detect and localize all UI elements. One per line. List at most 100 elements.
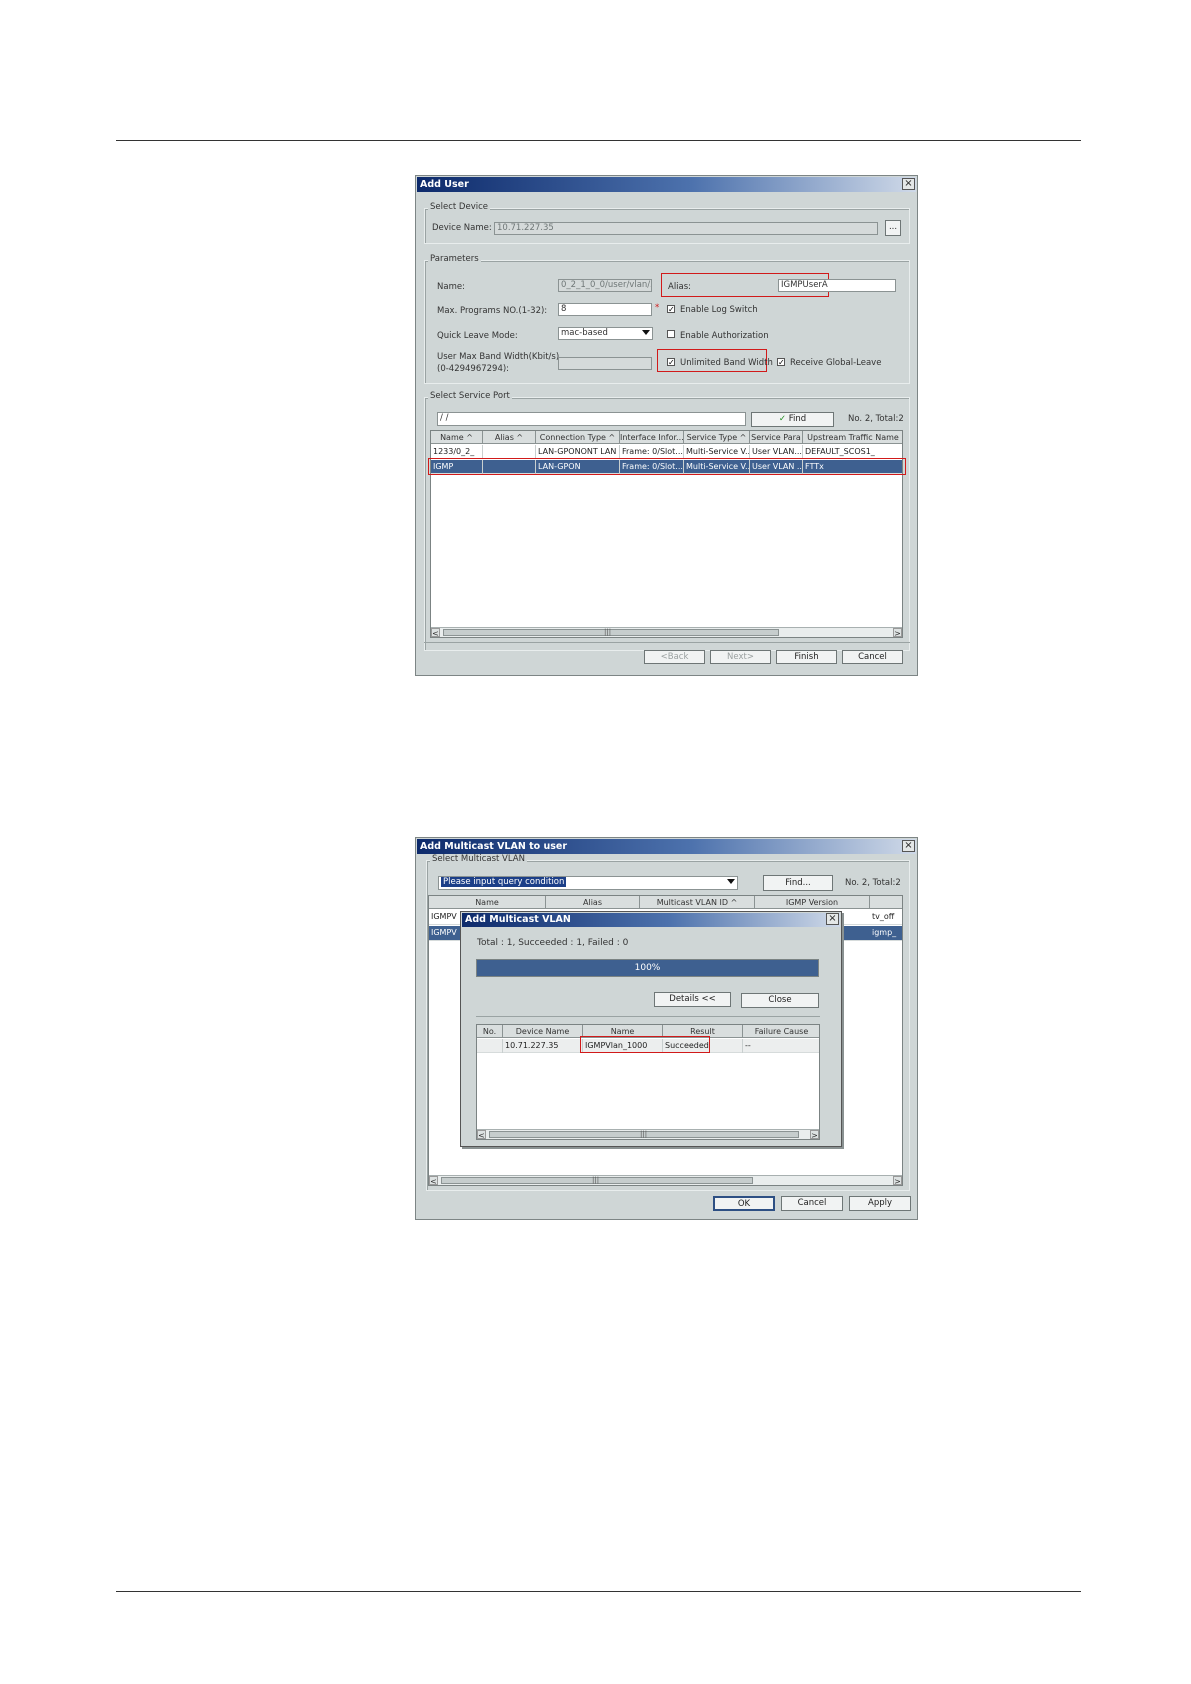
grip-icon: |||: [592, 1176, 600, 1184]
bandwidth-field[interactable]: [558, 357, 652, 370]
col-alias[interactable]: Alias: [546, 896, 640, 909]
cancel-button[interactable]: Cancel: [842, 650, 903, 664]
footer-separator: [424, 642, 910, 643]
col-service-type[interactable]: Service Type ^: [684, 431, 750, 444]
enable-log-label: Enable Log Switch: [680, 305, 758, 315]
finish-button[interactable]: Finish: [776, 650, 837, 664]
add-multicast-vlan-progress-dialog: Add Multicast VLAN × Total : 1, Succeede…: [460, 911, 842, 1147]
name-field[interactable]: 0_2_1_0_0/user/vlan/30: [558, 279, 652, 292]
find-button[interactable]: ✓ Find: [751, 412, 834, 427]
back-button[interactable]: <Back: [644, 650, 705, 664]
close-icon[interactable]: ×: [902, 178, 915, 190]
service-port-label: Select Service Port: [428, 391, 512, 401]
col-name[interactable]: Name: [429, 896, 546, 909]
close-button[interactable]: Close: [741, 993, 819, 1008]
find-button-label: Find: [788, 414, 807, 424]
quick-leave-label: Quick Leave Mode:: [437, 331, 518, 341]
col-device-name[interactable]: Device Name: [503, 1025, 583, 1038]
sort-icon: ^: [608, 433, 616, 442]
dialog-title: Add User: [417, 177, 916, 192]
horizontal-scrollbar[interactable]: < ||| >: [431, 627, 902, 637]
grip-icon: |||: [640, 1130, 648, 1138]
ok-button[interactable]: OK: [713, 1196, 775, 1211]
col-multicast-vlan-id[interactable]: Multicast VLAN ID ^: [640, 896, 755, 909]
quick-leave-select[interactable]: mac-based: [558, 327, 653, 340]
device-name-field[interactable]: 10.71.227.35: [494, 222, 878, 235]
header-rule: [116, 140, 1081, 141]
quick-leave-value: mac-based: [561, 328, 608, 338]
select-device-label: Select Device: [428, 202, 490, 212]
bandwidth-label-line1: User Max Band Width(Kbit/s): [437, 352, 560, 362]
alias-field[interactable]: IGMPUserA: [778, 279, 896, 292]
col-no[interactable]: No.: [477, 1025, 503, 1038]
parameters-label: Parameters: [428, 254, 481, 264]
select-multicast-vlan-label: Select Multicast VLAN: [430, 854, 527, 864]
check-icon: ✓: [668, 358, 675, 367]
cancel-button[interactable]: Cancel: [781, 1196, 843, 1211]
scroll-right-icon[interactable]: >: [810, 1130, 819, 1139]
close-icon[interactable]: ×: [826, 913, 839, 925]
dialog-title: Add Multicast VLAN: [462, 913, 840, 927]
alias-label: Alias:: [668, 282, 692, 292]
col-more: [870, 896, 902, 909]
table-header: Name Alias Multicast VLAN ID ^ IGMP Vers…: [429, 896, 902, 909]
horizontal-scrollbar[interactable]: < ||| >: [429, 1175, 902, 1185]
table-header: Name ^ Alias ^ Connection Type ^ Interfa…: [431, 431, 902, 444]
col-failure-cause[interactable]: Failure Cause: [743, 1025, 819, 1038]
col-connection-type[interactable]: Connection Type ^: [536, 431, 620, 444]
unlimited-bandwidth-checkbox[interactable]: ✓: [667, 358, 675, 367]
scroll-thumb[interactable]: |||: [489, 1130, 799, 1138]
result-highlight: [580, 1036, 710, 1053]
check-icon: ✓: [778, 358, 785, 367]
footer-rule: [116, 1591, 1081, 1592]
chevron-down-icon: [727, 879, 735, 884]
service-port-query-input[interactable]: / /: [437, 412, 746, 426]
scroll-right-icon[interactable]: >: [893, 628, 902, 637]
close-icon[interactable]: ×: [902, 840, 915, 852]
device-name-label: Device Name:: [432, 223, 492, 233]
browse-device-button[interactable]: ...: [885, 220, 901, 236]
result-count: No. 2, Total:2: [848, 414, 904, 424]
add-multicast-vlan-to-user-dialog: Add Multicast VLAN to user × Select Mult…: [415, 837, 918, 1220]
next-button[interactable]: Next>: [710, 650, 771, 664]
scroll-left-icon[interactable]: <: [429, 1176, 438, 1185]
col-service-para[interactable]: Service Para: [750, 431, 803, 444]
sort-icon: ^: [516, 433, 524, 442]
horizontal-scrollbar[interactable]: < ||| >: [477, 1129, 819, 1139]
enable-auth-checkbox[interactable]: [667, 330, 675, 338]
max-programs-field[interactable]: 8: [558, 303, 652, 316]
sort-icon: ^: [730, 898, 738, 907]
progress-bar: 100%: [476, 959, 819, 977]
bandwidth-label-line2: (0-4294967294):: [437, 364, 510, 374]
name-label: Name:: [437, 282, 465, 292]
vlan-query-combo[interactable]: Please input query condition: [438, 876, 738, 890]
chevron-down-icon: [642, 330, 650, 335]
required-mark: *: [655, 303, 660, 313]
col-igmp-version[interactable]: IGMP Version: [755, 896, 870, 909]
scroll-left-icon[interactable]: <: [431, 628, 440, 637]
enable-log-checkbox[interactable]: ✓: [667, 305, 675, 314]
global-leave-label: Receive Global-Leave: [790, 358, 882, 368]
col-interface-info[interactable]: Interface Infor...: [620, 431, 684, 444]
details-button[interactable]: Details <<: [654, 992, 731, 1007]
col-upstream-traffic[interactable]: Upstream Traffic Name: [803, 431, 902, 444]
check-icon: ✓: [668, 305, 675, 314]
sort-icon: ^: [466, 433, 473, 442]
scroll-left-icon[interactable]: <: [477, 1130, 486, 1139]
grip-icon: |||: [604, 628, 612, 636]
col-alias[interactable]: Alias ^: [483, 431, 536, 444]
scroll-thumb[interactable]: |||: [443, 628, 779, 636]
enable-auth-label: Enable Authorization: [680, 331, 769, 341]
table-row[interactable]: 1233/0_2_ LAN-GPONONT LAN Frame: 0/Slot.…: [431, 445, 902, 459]
col-name[interactable]: Name ^: [431, 431, 483, 444]
scroll-thumb[interactable]: |||: [441, 1176, 753, 1184]
progress-text: 100%: [634, 963, 661, 973]
unlimited-bandwidth-label: Unlimited Band Width: [680, 358, 773, 368]
apply-button[interactable]: Apply: [849, 1196, 911, 1211]
global-leave-checkbox[interactable]: ✓: [777, 358, 785, 367]
sort-icon: ^: [739, 433, 747, 442]
find-button[interactable]: Find...: [763, 875, 833, 891]
check-icon: ✓: [778, 414, 786, 424]
scroll-right-icon[interactable]: >: [893, 1176, 902, 1185]
details-separator: [476, 1016, 820, 1017]
